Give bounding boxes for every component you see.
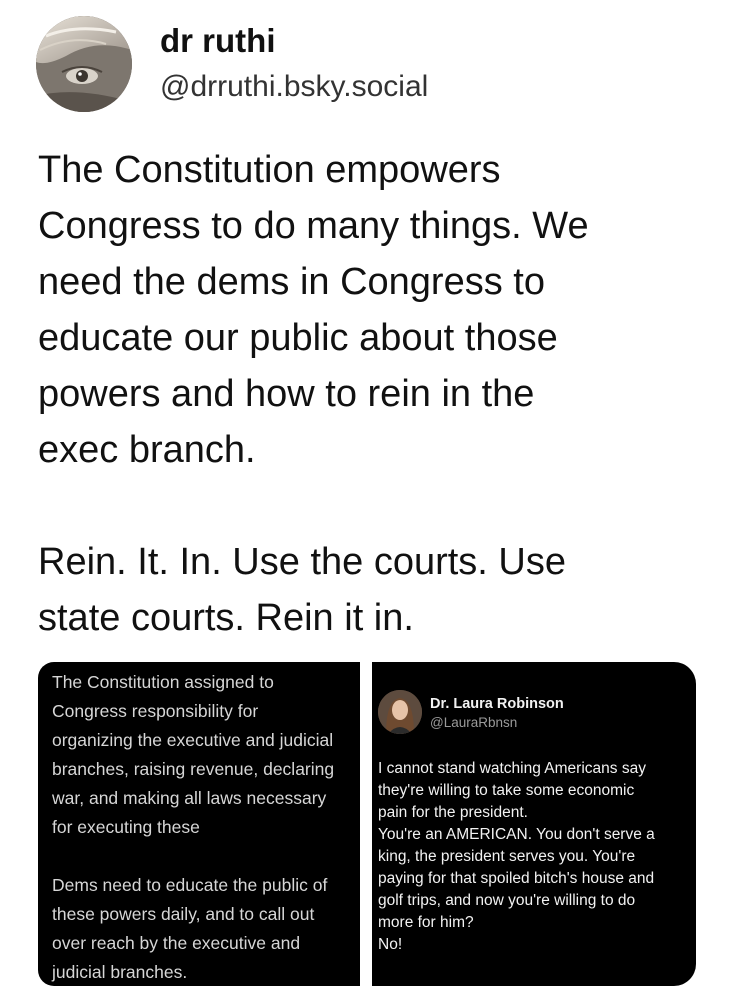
quoted-author-name: Dr. Laura Robinson — [430, 696, 564, 712]
profile-photo-icon — [36, 16, 132, 112]
quoted-profile-photo-icon — [378, 690, 422, 734]
post-text: The Constitution empowers Congress to do… — [38, 149, 589, 639]
post-image-1[interactable]: The Constitution assigned to Congress re… — [38, 662, 360, 986]
author-avatar[interactable] — [36, 16, 132, 112]
image-1-text: The Constitution assigned to Congress re… — [52, 672, 335, 982]
author-display-name[interactable]: dr ruthi — [160, 22, 275, 60]
post-header: dr ruthi @drruthi.bsky.social — [36, 16, 716, 116]
quoted-author-handle: @LauraRbnsn — [430, 715, 518, 730]
quoted-author-avatar — [378, 690, 422, 734]
author-handle[interactable]: @drruthi.bsky.social — [160, 70, 428, 104]
post-image-2[interactable]: Dr. Laura Robinson @LauraRbnsn I cannot … — [372, 662, 696, 986]
quoted-post-text: I cannot stand watching Americans say th… — [378, 760, 655, 953]
